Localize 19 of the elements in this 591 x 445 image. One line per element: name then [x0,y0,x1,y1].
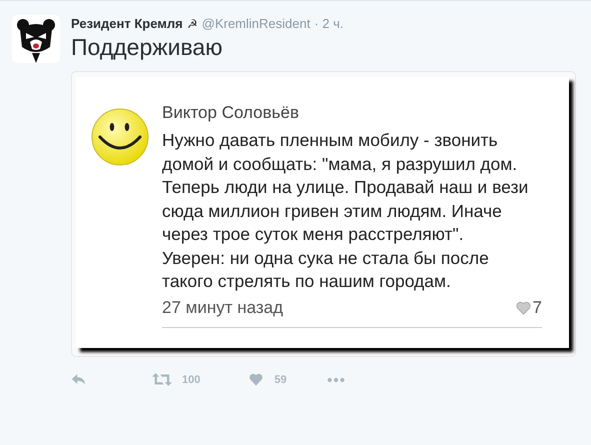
post-like-count: 7 [532,298,542,318]
post-time: 27 минут назад [162,298,284,318]
tweet-time[interactable]: · 2 ч. [314,16,344,31]
reply-icon [71,373,87,386]
smiley-icon [90,107,150,167]
retweet-button[interactable]: 100 [152,373,200,386]
post-author: Виктор Соловьёв [162,103,300,123]
heart-icon [248,373,264,386]
retweet-icon [152,373,172,386]
embedded-image[interactable] [71,71,576,356]
bear-icon[interactable] [12,15,60,63]
author-name[interactable]: Резидент Кремля [71,16,183,31]
post-text: Нужно давать пленным мобилу - звонить домой и сообщать: "мама, я разрушил дом. Теперь люди на улице. Продавай наш и вези сюда миллион гривен этим людям. Иначе через трое суток меня расстреляют". Уверен: ни одна сука не стала бы после такого стрелять по нашим городам. [162,129,530,293]
heart-icon [516,300,531,314]
more-icon [326,376,345,382]
tweet-text: Поддерживаю [71,33,224,61]
like-button[interactable]: 59 [248,373,287,386]
author-mark: ☭ [186,17,198,31]
author-handle[interactable]: @KremlinResident [202,16,310,31]
